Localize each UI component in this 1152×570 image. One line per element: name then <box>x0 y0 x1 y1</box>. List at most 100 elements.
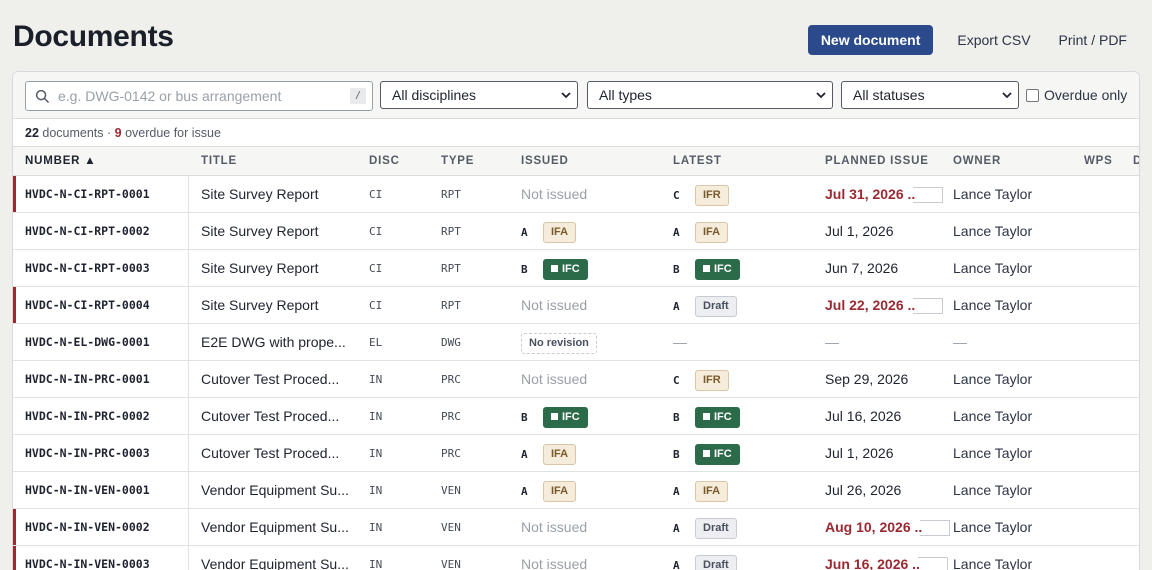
status-badge-label: IFA <box>703 225 721 238</box>
search-input[interactable] <box>58 85 338 107</box>
table-row[interactable]: HVDC-N-CI-RPT-0001 Site Survey Report CI RP… <box>13 176 1139 213</box>
status-badge: IFC <box>695 406 740 428</box>
document-number[interactable]: HVDC-N-IN-PRC-0002 <box>25 398 150 435</box>
column-header-owner[interactable]: OWNER <box>953 155 1001 167</box>
document-title[interactable]: Site Survey Report <box>201 176 319 213</box>
overdue-chip <box>917 557 948 570</box>
planned-issue-cell: Jul 1, 2026 <box>825 435 894 472</box>
table-row[interactable]: HVDC-N-IN-VEN-0002 Vendor Equipment Su...… <box>13 509 1139 546</box>
document-title[interactable]: Vendor Equipment Su... <box>201 509 349 546</box>
issued-cell: A IFA <box>521 213 577 250</box>
print-pdf-button[interactable]: Print / PDF <box>1047 25 1139 55</box>
table-row[interactable]: HVDC-N-IN-VEN-0003 Vendor Equipment Su...… <box>13 546 1139 570</box>
planned-issue-date: Jun 7, 2026 <box>825 260 899 276</box>
document-title[interactable]: Vendor Equipment Su... <box>201 472 349 509</box>
planned-issue-date: Aug 10, 2026 <box>825 519 911 535</box>
document-title[interactable]: Cutover Test Proced... <box>201 435 339 472</box>
table-row[interactable]: HVDC-N-IN-PRC-0003 Cutover Test Proced...… <box>13 435 1139 472</box>
document-number[interactable]: HVDC-N-CI-RPT-0004 <box>25 287 150 324</box>
column-header-type[interactable]: TYPE <box>441 155 474 167</box>
issued-cell: Not issued <box>521 176 587 213</box>
type-select[interactable]: All types <box>587 81 833 109</box>
document-discipline: EL <box>369 336 383 349</box>
table-row[interactable]: HVDC-N-IN-VEN-0001 Vendor Equipment Su...… <box>13 472 1139 509</box>
overdue-only-toggle[interactable]: Overdue only <box>1026 87 1127 103</box>
planned-issue-date: Jul 26, 2026 <box>825 482 902 498</box>
document-type: RPT <box>441 225 461 238</box>
latest-revision: C <box>673 374 680 387</box>
export-csv-button[interactable]: Export CSV <box>945 25 1042 55</box>
planned-issue-date: Jul 22, 2026 <box>825 297 904 313</box>
table-row[interactable]: HVDC-N-CI-RPT-0002 Site Survey Report CI RP… <box>13 213 1139 250</box>
overdue-count: 9 <box>114 126 122 140</box>
issued-revision: A <box>521 485 528 498</box>
column-header-planned-issue[interactable]: PLANNED ISSUE <box>825 155 929 167</box>
document-discipline: IN <box>369 521 383 534</box>
filter-bar: / All disciplines All types All statuses… <box>13 72 1139 119</box>
column-header-disc[interactable]: DISC <box>369 155 400 167</box>
document-owner: Lance Taylor <box>953 556 1033 570</box>
overdue-only-checkbox[interactable] <box>1026 88 1039 102</box>
documents-summary: 22 documents · 9 overdue for issue <box>13 119 1139 147</box>
issued-cell: Not issued <box>521 546 587 570</box>
status-badge-label: Draft <box>703 299 729 312</box>
latest-revision: A <box>673 226 680 239</box>
table-row[interactable]: HVDC-N-EL-DWG-0001 E2E DWG with prope... E… <box>13 324 1139 361</box>
planned-issue-date: Sep 29, 2026 <box>825 371 909 387</box>
new-document-button[interactable]: New document <box>807 25 934 55</box>
document-title[interactable]: Site Survey Report <box>201 250 319 287</box>
column-header-extra[interactable]: D <box>1133 155 1139 167</box>
table-row[interactable]: HVDC-N-IN-PRC-0002 Cutover Test Proced...… <box>13 398 1139 435</box>
latest-cell: A Draft <box>673 509 737 546</box>
ifc-square-icon <box>551 412 558 420</box>
document-number[interactable]: HVDC-N-CI-RPT-0003 <box>25 250 150 287</box>
status-badge: Draft <box>695 554 737 570</box>
document-type: RPT <box>441 188 461 201</box>
planned-issue-cell: Jul 26, 2026 <box>825 472 901 509</box>
status-select[interactable]: All statuses <box>841 81 1019 109</box>
document-number[interactable]: HVDC-N-IN-VEN-0001 <box>25 472 150 509</box>
search-box[interactable]: / <box>25 81 373 111</box>
document-discipline: IN <box>369 558 383 570</box>
column-header-latest[interactable]: LATEST <box>673 155 722 167</box>
column-header-title[interactable]: TITLE <box>201 155 237 167</box>
chevron-down-icon <box>1002 92 1012 99</box>
latest-cell: A Draft <box>673 287 737 324</box>
planned-issue-cell: Jul 1, 2026 <box>825 213 894 250</box>
column-header-wps[interactable]: WPS <box>1084 155 1113 167</box>
discipline-select[interactable]: All disciplines <box>380 81 578 109</box>
document-title[interactable]: Site Survey Report <box>201 213 319 250</box>
document-number[interactable]: HVDC-N-IN-PRC-0003 <box>25 435 150 472</box>
document-number[interactable]: HVDC-N-IN-VEN-0003 <box>25 546 150 570</box>
planned-issue-date: Jul 1, 2026 <box>825 445 894 461</box>
document-number[interactable]: HVDC-N-CI-RPT-0002 <box>25 213 150 250</box>
document-number[interactable]: HVDC-N-IN-PRC-0001 <box>25 361 150 398</box>
status-badge: IFA <box>695 480 729 502</box>
issued-cell: B IFC <box>521 398 588 435</box>
status-badge-label: Draft <box>703 558 729 570</box>
documents-panel: / All disciplines All types All statuses… <box>12 71 1140 570</box>
table-row[interactable]: HVDC-N-CI-RPT-0004 Site Survey Report CI RP… <box>13 287 1139 324</box>
latest-revision: C <box>673 189 680 202</box>
document-title[interactable]: E2E DWG with prope... <box>201 324 346 361</box>
column-divider <box>188 546 189 570</box>
document-title[interactable]: Site Survey Report <box>201 287 319 324</box>
top-actions: New document Export CSV Print / PDF <box>807 25 1139 55</box>
status-badge: IFR <box>695 184 729 206</box>
document-title[interactable]: Vendor Equipment Su... <box>201 546 349 570</box>
planned-issue-cell: Jun 7, 2026 <box>825 250 898 287</box>
document-number[interactable]: HVDC-N-EL-DWG-0001 <box>25 324 150 361</box>
column-header-issued[interactable]: ISSUED <box>521 155 569 167</box>
table-row[interactable]: HVDC-N-CI-RPT-0003 Site Survey Report CI RP… <box>13 250 1139 287</box>
document-number[interactable]: HVDC-N-CI-RPT-0001 <box>25 176 150 213</box>
planned-issue-cell: Sep 29, 2026 <box>825 361 908 398</box>
overdue-count-label: overdue for issue <box>121 126 221 140</box>
table-row[interactable]: HVDC-N-IN-PRC-0001 Cutover Test Proced...… <box>13 361 1139 398</box>
issued-cell: Not issued <box>521 361 587 398</box>
document-number[interactable]: HVDC-N-IN-VEN-0002 <box>25 509 150 546</box>
ifc-square-icon <box>703 264 710 272</box>
document-title[interactable]: Cutover Test Proced... <box>201 361 339 398</box>
document-type: RPT <box>441 299 461 312</box>
document-title[interactable]: Cutover Test Proced... <box>201 398 339 435</box>
column-header-number[interactable]: NUMBER ▲ <box>25 155 96 167</box>
